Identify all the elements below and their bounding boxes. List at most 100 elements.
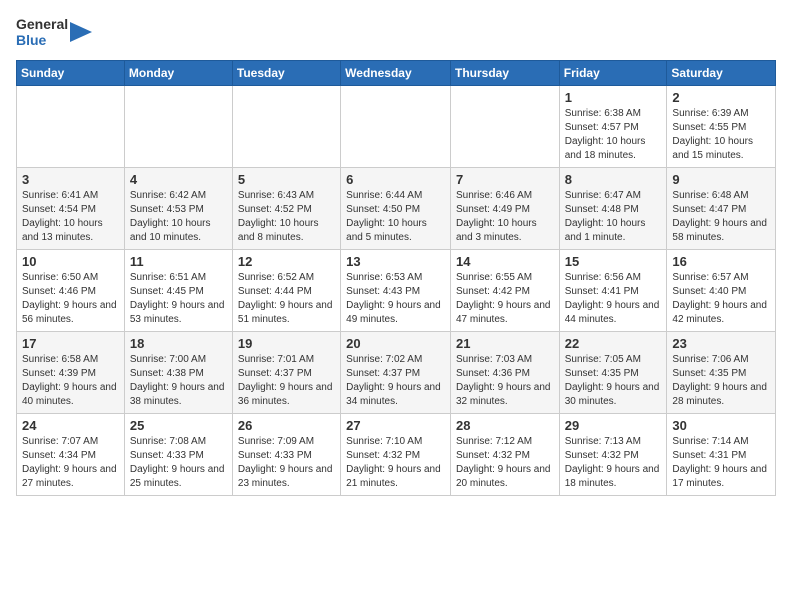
calendar-cell: 27 Sunrise: 7:10 AM Sunset: 4:32 PM Dayli… bbox=[341, 414, 451, 496]
calendar-week-row: 24 Sunrise: 7:07 AM Sunset: 4:34 PM Dayli… bbox=[17, 414, 776, 496]
weekday-header: Saturday bbox=[667, 61, 776, 86]
calendar-cell bbox=[124, 86, 232, 168]
day-number: 13 bbox=[346, 254, 445, 269]
day-info: Sunrise: 6:48 AM Sunset: 4:47 PM Dayligh… bbox=[672, 189, 770, 245]
calendar-cell: 21Sunrise: 7:03 AM Sunset: 4:36 PM Dayli… bbox=[450, 332, 559, 414]
weekday-header: Thursday bbox=[450, 61, 559, 86]
day-number: 27 bbox=[346, 418, 445, 433]
day-number: 20 bbox=[346, 336, 445, 351]
day-number: 12 bbox=[238, 254, 335, 269]
day-info: Sunrise: 7:12 AM Sunset: 4:32 PM Dayligh… bbox=[456, 435, 554, 491]
calendar-cell: 8 Sunrise: 6:47 AM Sunset: 4:48 PM Daylig… bbox=[559, 168, 667, 250]
day-number: 26 bbox=[238, 418, 335, 433]
calendar-cell: 22Sunrise: 7:05 AM Sunset: 4:35 PM Dayli… bbox=[559, 332, 667, 414]
calendar-table: SundayMondayTuesdayWednesdayThursdayFrid… bbox=[16, 60, 776, 496]
day-number: 6 bbox=[346, 172, 445, 187]
logo-blue-text: Blue bbox=[16, 32, 68, 48]
calendar-cell: 9 Sunrise: 6:48 AM Sunset: 4:47 PM Daylig… bbox=[667, 168, 776, 250]
day-info: Sunrise: 6:50 AM Sunset: 4:46 PM Dayligh… bbox=[22, 271, 119, 327]
day-info: Sunrise: 6:52 AM Sunset: 4:44 PM Dayligh… bbox=[238, 271, 335, 327]
weekday-header: Friday bbox=[559, 61, 667, 86]
calendar-cell: 14Sunrise: 6:55 AM Sunset: 4:42 PM Dayli… bbox=[450, 250, 559, 332]
day-number: 8 bbox=[565, 172, 662, 187]
day-number: 4 bbox=[130, 172, 227, 187]
calendar-week-row: 17 Sunrise: 6:58 AM Sunset: 4:39 PM Dayli… bbox=[17, 332, 776, 414]
day-number: 5 bbox=[238, 172, 335, 187]
day-number: 1 bbox=[565, 90, 662, 105]
day-number: 11 bbox=[130, 254, 227, 269]
day-info: Sunrise: 6:38 AM Sunset: 4:57 PM Dayligh… bbox=[565, 107, 662, 163]
day-number: 15 bbox=[565, 254, 662, 269]
calendar-cell: 12 Sunrise: 6:52 AM Sunset: 4:44 PM Dayli… bbox=[232, 250, 340, 332]
day-number: 3 bbox=[22, 172, 119, 187]
logo: General Blue bbox=[16, 16, 92, 48]
calendar-cell: 13 Sunrise: 6:53 AM Sunset: 4:43 PM Dayli… bbox=[341, 250, 451, 332]
calendar-cell: 26 Sunrise: 7:09 AM Sunset: 4:33 PM Dayli… bbox=[232, 414, 340, 496]
calendar-cell bbox=[17, 86, 125, 168]
calendar-cell bbox=[232, 86, 340, 168]
calendar-header-row: SundayMondayTuesdayWednesdayThursdayFrid… bbox=[17, 61, 776, 86]
calendar-cell bbox=[341, 86, 451, 168]
calendar-cell: 5 Sunrise: 6:43 AM Sunset: 4:52 PM Daylig… bbox=[232, 168, 340, 250]
day-number: 18 bbox=[130, 336, 227, 351]
day-info: Sunrise: 6:51 AM Sunset: 4:45 PM Dayligh… bbox=[130, 271, 227, 327]
day-number: 21 bbox=[456, 336, 554, 351]
logo-arrow-icon bbox=[70, 18, 92, 46]
calendar-cell: 23Sunrise: 7:06 AM Sunset: 4:35 PM Dayli… bbox=[667, 332, 776, 414]
calendar-cell: 4 Sunrise: 6:42 AM Sunset: 4:53 PM Daylig… bbox=[124, 168, 232, 250]
day-info: Sunrise: 6:43 AM Sunset: 4:52 PM Dayligh… bbox=[238, 189, 335, 245]
logo-general-text: General bbox=[16, 16, 68, 32]
day-info: Sunrise: 6:44 AM Sunset: 4:50 PM Dayligh… bbox=[346, 189, 445, 245]
calendar-cell: 19 Sunrise: 7:01 AM Sunset: 4:37 PM Dayli… bbox=[232, 332, 340, 414]
day-number: 16 bbox=[672, 254, 770, 269]
day-info: Sunrise: 7:05 AM Sunset: 4:35 PM Dayligh… bbox=[565, 353, 662, 409]
calendar-week-row: 1 Sunrise: 6:38 AM Sunset: 4:57 PM Daylig… bbox=[17, 86, 776, 168]
day-number: 25 bbox=[130, 418, 227, 433]
calendar-cell: 24 Sunrise: 7:07 AM Sunset: 4:34 PM Dayli… bbox=[17, 414, 125, 496]
weekday-header: Sunday bbox=[17, 61, 125, 86]
day-info: Sunrise: 6:47 AM Sunset: 4:48 PM Dayligh… bbox=[565, 189, 662, 245]
day-number: 17 bbox=[22, 336, 119, 351]
day-info: Sunrise: 7:01 AM Sunset: 4:37 PM Dayligh… bbox=[238, 353, 335, 409]
calendar-cell: 6 Sunrise: 6:44 AM Sunset: 4:50 PM Daylig… bbox=[341, 168, 451, 250]
day-number: 2 bbox=[672, 90, 770, 105]
day-info: Sunrise: 6:46 AM Sunset: 4:49 PM Dayligh… bbox=[456, 189, 554, 245]
page-header: General Blue bbox=[16, 16, 776, 48]
day-info: Sunrise: 7:02 AM Sunset: 4:37 PM Dayligh… bbox=[346, 353, 445, 409]
day-info: Sunrise: 6:39 AM Sunset: 4:55 PM Dayligh… bbox=[672, 107, 770, 163]
day-number: 19 bbox=[238, 336, 335, 351]
calendar-cell: 29 Sunrise: 7:13 AM Sunset: 4:32 PM Dayli… bbox=[559, 414, 667, 496]
day-number: 28 bbox=[456, 418, 554, 433]
calendar-cell: 10 Sunrise: 6:50 AM Sunset: 4:46 PM Dayli… bbox=[17, 250, 125, 332]
day-number: 14 bbox=[456, 254, 554, 269]
day-info: Sunrise: 6:58 AM Sunset: 4:39 PM Dayligh… bbox=[22, 353, 119, 409]
day-number: 10 bbox=[22, 254, 119, 269]
day-info: Sunrise: 6:41 AM Sunset: 4:54 PM Dayligh… bbox=[22, 189, 119, 245]
calendar-cell: 3 Sunrise: 6:41 AM Sunset: 4:54 PM Daylig… bbox=[17, 168, 125, 250]
day-info: Sunrise: 7:14 AM Sunset: 4:31 PM Dayligh… bbox=[672, 435, 770, 491]
day-info: Sunrise: 7:09 AM Sunset: 4:33 PM Dayligh… bbox=[238, 435, 335, 491]
calendar-week-row: 10 Sunrise: 6:50 AM Sunset: 4:46 PM Dayli… bbox=[17, 250, 776, 332]
day-info: Sunrise: 6:53 AM Sunset: 4:43 PM Dayligh… bbox=[346, 271, 445, 327]
day-number: 9 bbox=[672, 172, 770, 187]
weekday-header: Tuesday bbox=[232, 61, 340, 86]
weekday-header: Wednesday bbox=[341, 61, 451, 86]
calendar-cell: 7Sunrise: 6:46 AM Sunset: 4:49 PM Daylig… bbox=[450, 168, 559, 250]
day-info: Sunrise: 6:42 AM Sunset: 4:53 PM Dayligh… bbox=[130, 189, 227, 245]
day-info: Sunrise: 7:06 AM Sunset: 4:35 PM Dayligh… bbox=[672, 353, 770, 409]
day-number: 30 bbox=[672, 418, 770, 433]
day-info: Sunrise: 7:07 AM Sunset: 4:34 PM Dayligh… bbox=[22, 435, 119, 491]
day-number: 29 bbox=[565, 418, 662, 433]
calendar-cell: 18 Sunrise: 7:00 AM Sunset: 4:38 PM Dayli… bbox=[124, 332, 232, 414]
calendar-cell: 11 Sunrise: 6:51 AM Sunset: 4:45 PM Dayli… bbox=[124, 250, 232, 332]
day-info: Sunrise: 6:56 AM Sunset: 4:41 PM Dayligh… bbox=[565, 271, 662, 327]
calendar-week-row: 3 Sunrise: 6:41 AM Sunset: 4:54 PM Daylig… bbox=[17, 168, 776, 250]
day-info: Sunrise: 7:10 AM Sunset: 4:32 PM Dayligh… bbox=[346, 435, 445, 491]
calendar-cell: 16 Sunrise: 6:57 AM Sunset: 4:40 PM Dayli… bbox=[667, 250, 776, 332]
day-info: Sunrise: 7:08 AM Sunset: 4:33 PM Dayligh… bbox=[130, 435, 227, 491]
day-info: Sunrise: 7:13 AM Sunset: 4:32 PM Dayligh… bbox=[565, 435, 662, 491]
day-info: Sunrise: 7:00 AM Sunset: 4:38 PM Dayligh… bbox=[130, 353, 227, 409]
day-info: Sunrise: 6:57 AM Sunset: 4:40 PM Dayligh… bbox=[672, 271, 770, 327]
day-number: 24 bbox=[22, 418, 119, 433]
weekday-header: Monday bbox=[124, 61, 232, 86]
